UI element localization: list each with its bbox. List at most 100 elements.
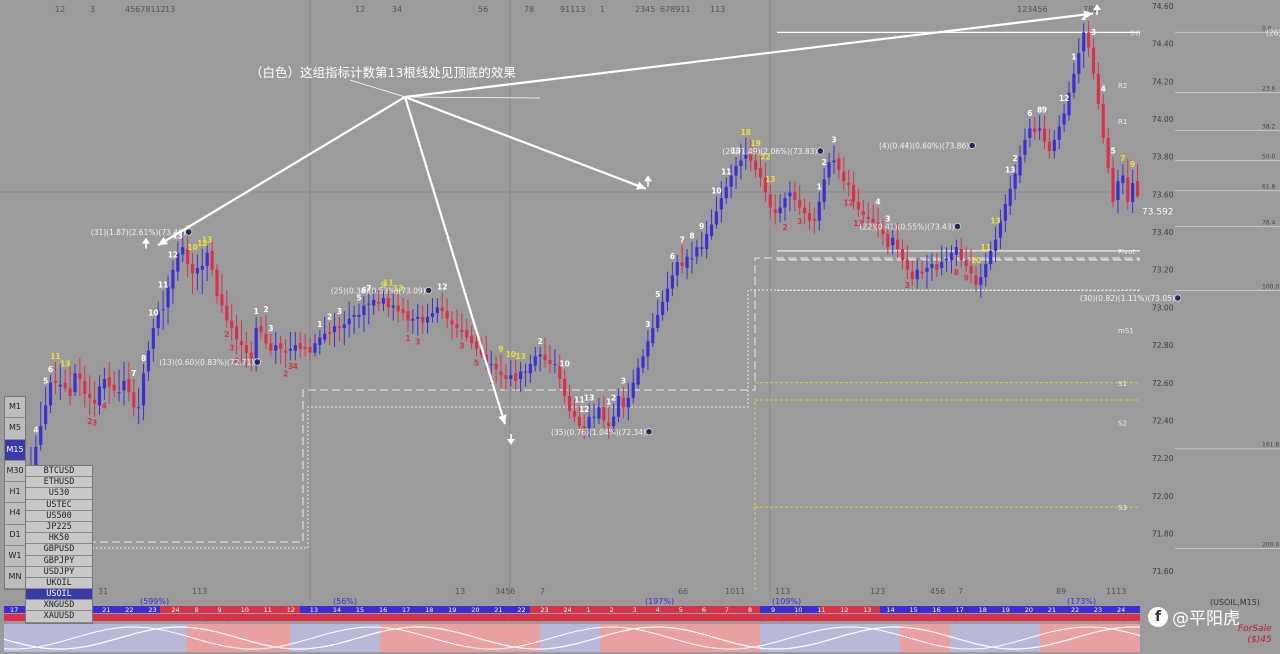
current-price-label: 73.592 xyxy=(1142,207,1174,217)
symbol-ethusd[interactable]: ETHUSD xyxy=(26,477,92,489)
timeframe-m30[interactable]: M30 xyxy=(5,461,25,483)
timeline-bar: 1718192021222324891011121314151617181920… xyxy=(4,597,1260,623)
candle-body xyxy=(372,299,376,306)
candle-body xyxy=(925,267,929,272)
timeframe-h4[interactable]: H4 xyxy=(5,503,25,525)
candle-body xyxy=(48,382,53,406)
candle-body xyxy=(543,354,547,361)
timeline-day: 7 xyxy=(725,606,729,614)
candle-body xyxy=(411,318,415,321)
fib-label: 50.0 xyxy=(1262,153,1276,160)
timeline-day: 12 xyxy=(287,606,295,614)
symbol-usoil[interactable]: USOIL xyxy=(26,589,92,601)
timeframe-m5[interactable]: M5 xyxy=(5,418,25,440)
candle-body xyxy=(719,198,723,210)
count-label: 13 xyxy=(765,175,775,184)
timeline-upper-pct: (109%) xyxy=(772,597,801,606)
candle-body xyxy=(734,166,738,176)
symbol-hk50[interactable]: HK50 xyxy=(26,533,92,545)
timeline-day: 6 xyxy=(702,606,706,614)
candle-body xyxy=(58,384,62,387)
pivot-label: S2 xyxy=(1118,419,1127,427)
candle-body xyxy=(837,158,841,170)
count-label: 3 xyxy=(831,135,836,144)
count-label: 11 xyxy=(721,167,731,176)
candle-body xyxy=(886,233,890,248)
level-lines: 0.023.638.250.061.876.4100.0161.8200.0R2… xyxy=(4,25,1280,590)
count-label: 11 xyxy=(981,243,991,252)
count-label: 5 xyxy=(1110,147,1115,156)
candle-body xyxy=(274,345,278,351)
symbol-ukoil[interactable]: UKOIL xyxy=(26,578,92,590)
timeline-segment xyxy=(160,606,300,613)
candle-body xyxy=(470,335,474,344)
candle-body xyxy=(1003,203,1007,221)
price-axis: 74.60 74.40 74.20 74.00 73.80 73.60 73.40 73.20… xyxy=(1142,2,1174,576)
candle-body xyxy=(940,262,944,268)
symbol-us30[interactable]: US30 xyxy=(26,488,92,500)
candle-body xyxy=(279,343,283,349)
candle-body xyxy=(63,382,67,389)
chart-window: 0.0 23.6 38.2 50.0 61.8 76.4 100.0 161.8 200.0 R2… xyxy=(0,0,1280,654)
timeframe-mn[interactable]: MN xyxy=(5,567,25,589)
bottom-count: 66 xyxy=(678,587,688,596)
timeframe-m15[interactable]: M15 xyxy=(5,439,25,461)
count-label: 5 xyxy=(474,358,479,367)
candle-body xyxy=(44,405,48,425)
candle-body xyxy=(445,311,449,319)
timeframe-h1[interactable]: H1 xyxy=(5,482,25,504)
candle-body xyxy=(283,350,288,353)
candle-body xyxy=(695,247,699,257)
count-label: 9 xyxy=(699,222,704,231)
symbol-us500[interactable]: US500 xyxy=(26,511,92,522)
symbol-gbpjpy[interactable]: GBPJPY xyxy=(26,556,92,567)
candle-body xyxy=(974,275,978,285)
candle-body xyxy=(1062,113,1066,125)
candle-body xyxy=(636,367,640,385)
candle-body xyxy=(592,416,596,418)
timeframe-d1[interactable]: D1 xyxy=(5,525,25,547)
timeline-lower-pct: (27%) xyxy=(760,614,784,623)
timeline-day: 20 xyxy=(1025,606,1033,614)
candle-body xyxy=(1082,32,1086,52)
candle-body xyxy=(460,330,464,332)
annotation-arrow xyxy=(157,96,406,247)
for-sale-text: ForSale xyxy=(1238,624,1272,634)
candle-body xyxy=(842,171,846,182)
price-tick-label: 73.20 xyxy=(1152,266,1174,275)
count-label: 2 xyxy=(327,312,332,321)
timeline-lower-pct: (37%) xyxy=(205,614,229,623)
annotation-arrow xyxy=(404,95,647,190)
symbol-usdjpy[interactable]: USDJPY xyxy=(26,567,92,578)
symbol-gbpusd[interactable]: GBPUSD xyxy=(26,544,92,556)
candle-body xyxy=(68,388,72,396)
timeframe-m1[interactable]: M1 xyxy=(5,397,25,419)
timeline-day: 17 xyxy=(402,606,410,614)
symbol-panel: BTCUSD ETHUSD US30 USTEC US500 JP225 HK50 GBPUS… xyxy=(25,465,93,624)
price-chart[interactable]: 0.023.638.250.061.876.4100.0161.8200.0R2… xyxy=(0,0,1280,654)
count-label: 3 xyxy=(92,419,97,428)
candle-body xyxy=(705,233,709,250)
count-label: 1 xyxy=(254,307,259,316)
candle-body xyxy=(332,326,337,332)
count-label: 2 xyxy=(224,330,229,339)
count-label: 7 xyxy=(131,369,136,378)
candle-body xyxy=(866,216,870,219)
symbol-ustec[interactable]: USTEC xyxy=(26,500,92,511)
symbol-btcusd[interactable]: BTCUSD xyxy=(26,466,92,478)
symbol-xngusd[interactable]: XNGUSD xyxy=(26,600,92,612)
count-label: 12 xyxy=(437,282,447,291)
candle-body xyxy=(259,326,263,332)
timeframe-w1[interactable]: W1 xyxy=(5,546,25,568)
timeline-day: 23 xyxy=(148,606,156,614)
top-count: 123456 xyxy=(1017,5,1048,14)
candle-body xyxy=(905,260,910,270)
symbol-xauusd[interactable]: XAUUSD xyxy=(26,611,92,623)
symbol-jp225[interactable]: JP225 xyxy=(26,522,92,534)
candle-body xyxy=(915,269,919,280)
candle-body xyxy=(739,160,743,167)
candle-body xyxy=(225,305,229,321)
candle-body xyxy=(896,239,900,250)
bottom-count: 3456 xyxy=(495,587,515,596)
price-tick-label: 73.00 xyxy=(1152,303,1174,312)
